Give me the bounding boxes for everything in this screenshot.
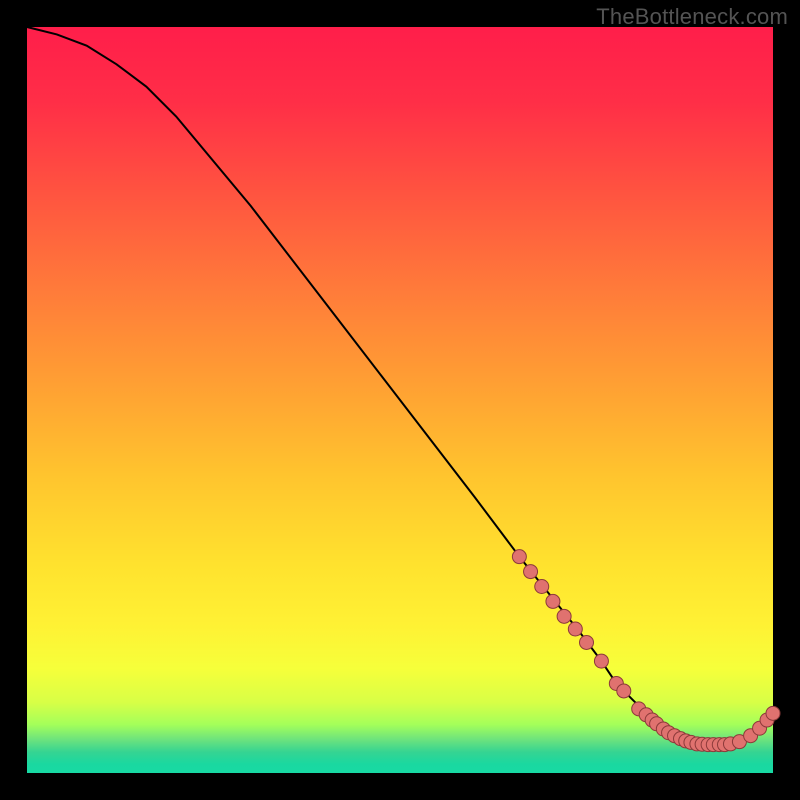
data-marker — [512, 550, 526, 564]
data-marker — [524, 565, 538, 579]
bottleneck-chart — [0, 0, 800, 800]
data-marker — [766, 706, 780, 720]
watermark-text: TheBottleneck.com — [596, 4, 788, 30]
data-marker — [580, 635, 594, 649]
data-marker — [546, 594, 560, 608]
data-marker — [594, 654, 608, 668]
chart-container: TheBottleneck.com — [0, 0, 800, 800]
data-marker — [568, 622, 582, 636]
data-marker — [557, 609, 571, 623]
data-marker — [617, 684, 631, 698]
data-marker — [535, 580, 549, 594]
